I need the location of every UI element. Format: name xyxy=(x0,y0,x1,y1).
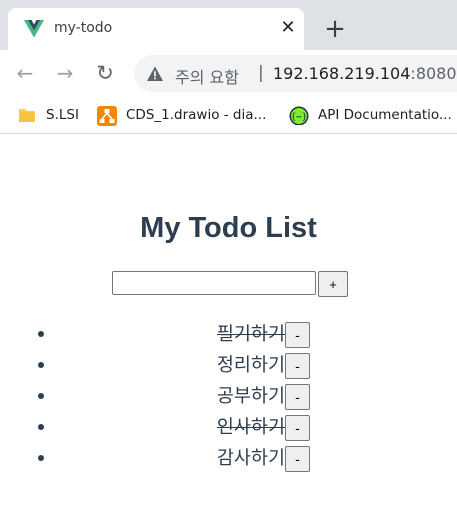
close-tab-icon[interactable]: ✕ xyxy=(278,18,298,38)
url-host: 192.168.219.104 xyxy=(273,64,411,83)
todo-text[interactable]: 정리하기 xyxy=(197,351,285,377)
bookmark-label: CDS_1.drawio - dia... xyxy=(126,107,267,123)
url-port: :8080 xyxy=(410,64,457,83)
new-todo-input[interactable] xyxy=(112,271,316,295)
swagger-icon: {⋯} xyxy=(289,106,309,125)
bookmark-item[interactable]: S.LSI xyxy=(17,105,87,125)
back-arrow-icon[interactable]: ← xyxy=(13,61,37,85)
remove-todo-button[interactable]: - xyxy=(285,446,310,472)
warning-icon[interactable] xyxy=(146,65,164,83)
bullet-icon xyxy=(38,362,44,368)
folder-icon xyxy=(19,109,35,122)
todo-list: 필기하기 - 정리하기 - 공부하기 - 인사하기 - 감사하기 - xyxy=(0,318,457,473)
url-text[interactable]: 192.168.219.104:8080 xyxy=(273,64,457,83)
todo-item: 공부하기 - xyxy=(0,380,457,411)
forward-arrow-icon[interactable]: → xyxy=(53,61,77,85)
url-separator: | xyxy=(258,63,264,83)
todo-item: 필기하기 - xyxy=(0,318,457,349)
browser-tab[interactable]: my-todo ✕ xyxy=(8,8,304,50)
bookmarks-bar: S.LSI CDS_1.drawio - dia... {⋯} API Docu… xyxy=(0,97,457,134)
bookmark-label: S.LSI xyxy=(46,107,79,123)
remove-todo-button[interactable]: - xyxy=(285,353,310,379)
reload-icon[interactable]: ↻ xyxy=(93,61,117,85)
todo-app: My Todo List + 필기하기 - 정리하기 - 공부하기 - 인사하기 - 감사하기 - xyxy=(0,134,457,529)
todo-text[interactable]: 감사하기 xyxy=(197,444,285,470)
address-bar[interactable]: 주의 요함 | 192.168.219.104:8080 xyxy=(134,55,457,92)
tab-title: my-todo xyxy=(54,20,113,36)
bullet-icon xyxy=(38,455,44,461)
bookmark-label: API Documentatio... xyxy=(318,107,452,123)
svg-text:{⋯}: {⋯} xyxy=(291,113,307,123)
bullet-icon xyxy=(38,424,44,430)
drawio-icon xyxy=(97,106,117,126)
bookmark-item[interactable]: {⋯} API Documentatio... xyxy=(289,105,457,125)
add-todo-button[interactable]: + xyxy=(318,271,348,297)
todo-text[interactable]: 공부하기 xyxy=(197,382,285,408)
vue-logo-icon xyxy=(24,20,44,38)
bullet-icon xyxy=(38,393,44,399)
bullet-icon xyxy=(38,331,44,337)
browser-toolbar: ← → ↻ 주의 요함 | 192.168.219.104:8080 xyxy=(0,50,457,97)
bookmark-item[interactable]: CDS_1.drawio - dia... xyxy=(97,105,277,126)
todo-text[interactable]: 필기하기 xyxy=(197,320,285,346)
remove-todo-button[interactable]: - xyxy=(285,384,310,410)
security-label[interactable]: 주의 요함 xyxy=(175,64,239,88)
todo-item: 인사하기 - xyxy=(0,411,457,442)
new-tab-icon[interactable]: + xyxy=(322,16,348,43)
remove-todo-button[interactable]: - xyxy=(285,322,310,348)
remove-todo-button[interactable]: - xyxy=(285,415,310,441)
todo-item: 정리하기 - xyxy=(0,349,457,380)
page-title: My Todo List xyxy=(140,212,317,244)
todo-text[interactable]: 인사하기 xyxy=(197,413,285,439)
todo-item: 감사하기 - xyxy=(0,442,457,473)
tab-strip: my-todo ✕ + xyxy=(0,0,457,50)
